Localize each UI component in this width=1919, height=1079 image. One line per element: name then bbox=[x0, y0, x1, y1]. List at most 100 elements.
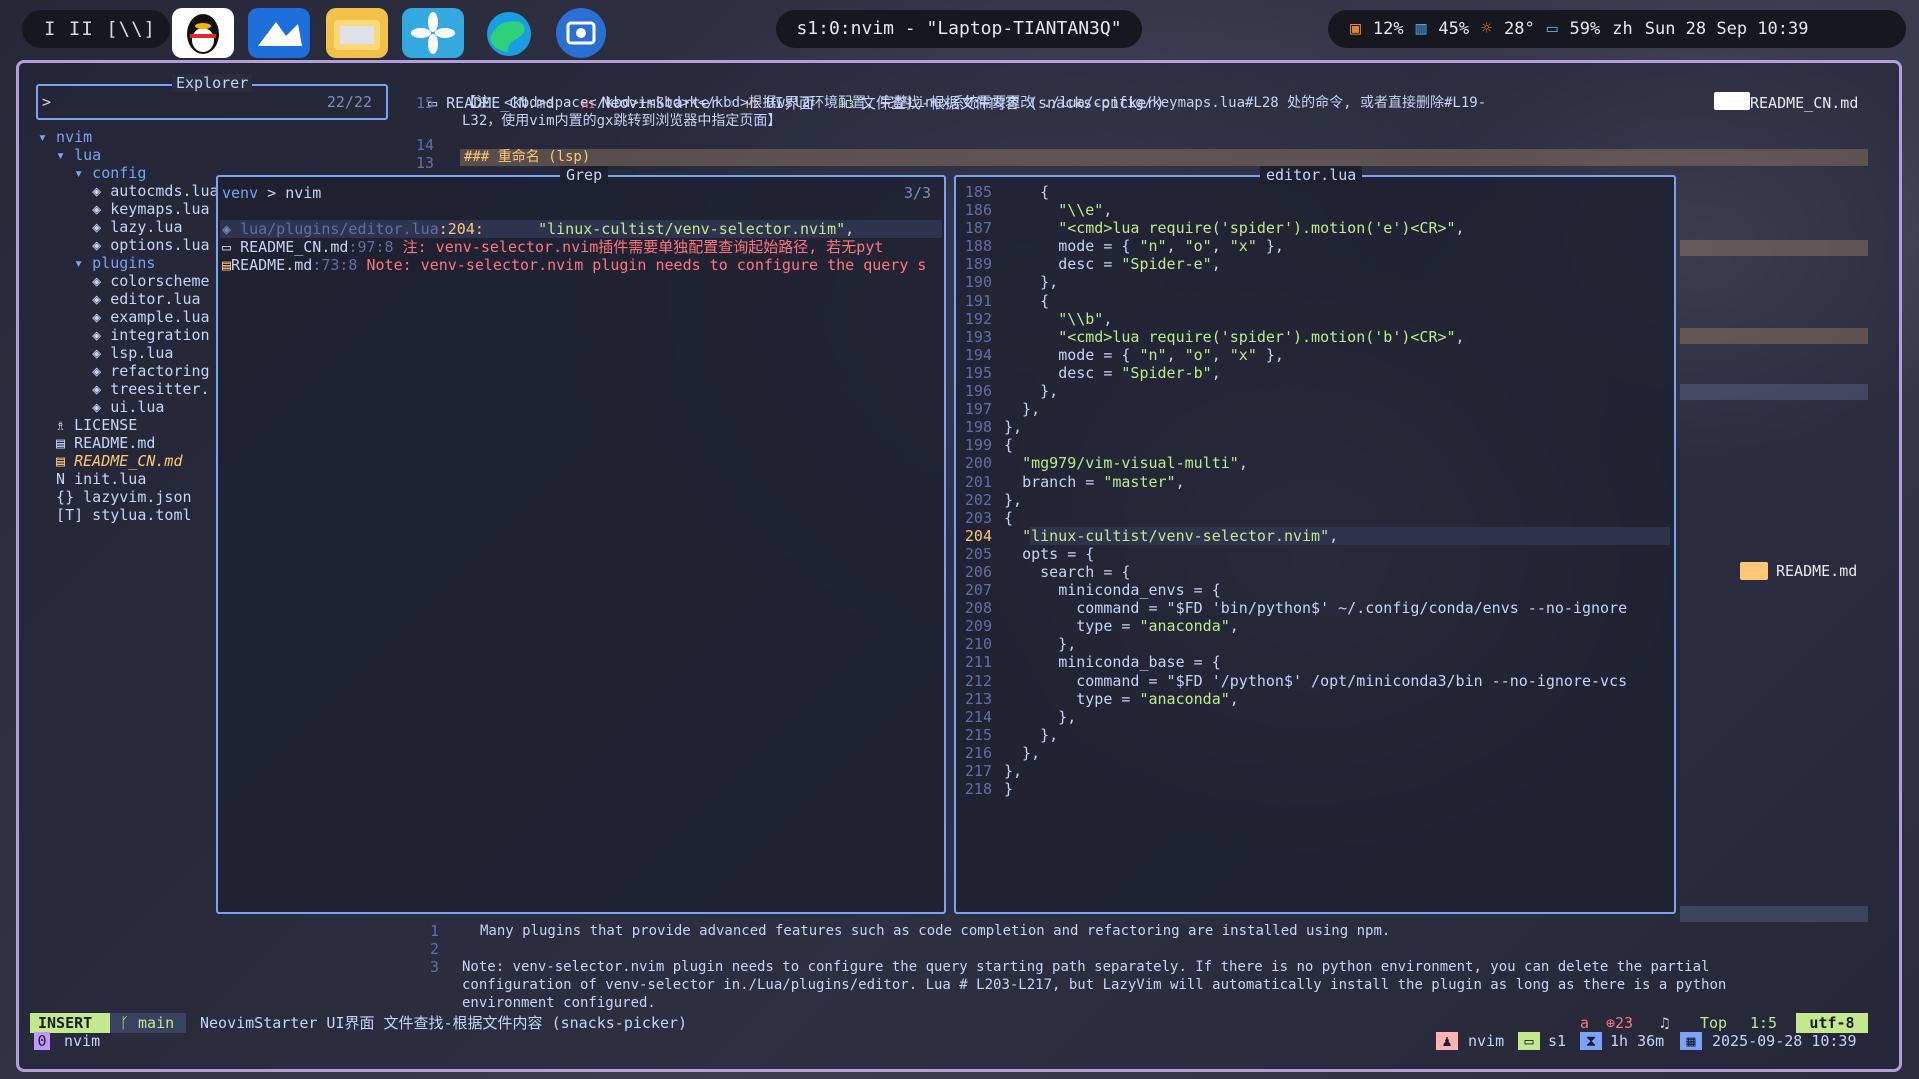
code-text: search = { bbox=[1040, 562, 1131, 581]
code-line: 202}, bbox=[958, 491, 1627, 509]
code-text: { bbox=[1004, 183, 1050, 201]
top-bar: I II [\\] s1:0:nvim - "Laptop-TIANTAN3Q"… bbox=[0, 0, 1919, 58]
code-line-number: 197 bbox=[964, 400, 992, 419]
code-line-number: 189 bbox=[964, 255, 992, 274]
tree-item[interactable]: ◈ editor.lua bbox=[38, 290, 219, 308]
code-line-number: 199 bbox=[964, 436, 992, 455]
code-line: 215 }, bbox=[958, 726, 1627, 744]
code-line: 205 opts = { bbox=[958, 545, 1627, 563]
tree-item[interactable]: N init.lua bbox=[38, 470, 219, 488]
tmux-window-index[interactable]: 0 bbox=[34, 1032, 50, 1050]
folder-icon[interactable] bbox=[326, 8, 388, 58]
grep-result[interactable]: ◈ lua/plugins/editor.lua:204: "linux-cul… bbox=[222, 220, 854, 238]
tree-item[interactable]: [T] stylua.toml bbox=[38, 506, 219, 524]
cpu-usage: 12% bbox=[1372, 19, 1404, 39]
tree-item[interactable]: ▾ lua bbox=[38, 146, 219, 164]
tree-item[interactable]: ♗ LICENSE bbox=[38, 416, 219, 434]
code-line: 207 miniconda_envs = { bbox=[958, 581, 1627, 599]
code-text: opts = { bbox=[1022, 544, 1095, 563]
branch-icon: ᚴ bbox=[120, 1014, 139, 1032]
explorer-count: 22/22 bbox=[326, 93, 372, 111]
code-line: 213 type = "anaconda", bbox=[958, 690, 1627, 708]
tree-item[interactable]: ◈ example.lua bbox=[38, 308, 219, 326]
edge-browser-icon[interactable] bbox=[478, 8, 540, 58]
tree-item[interactable]: ◈ options.lua bbox=[38, 236, 219, 254]
code-line: 195 desc = "Spider-b", bbox=[958, 364, 1627, 382]
code-line-number: 215 bbox=[964, 725, 992, 744]
tree-item[interactable]: ◈ lazy.lua bbox=[38, 218, 219, 236]
tree-item[interactable]: ◈ colorscheme bbox=[38, 272, 219, 290]
qq-icon[interactable] bbox=[172, 8, 234, 58]
code-line-number: 190 bbox=[964, 273, 992, 292]
code-text: }, bbox=[1004, 273, 1059, 292]
grep-query[interactable]: venv > nvim bbox=[222, 184, 321, 202]
code-line: 196 }, bbox=[958, 382, 1627, 400]
explorer-search-box[interactable]: Explorer > 22/22 bbox=[36, 74, 388, 120]
memory-usage: 45% bbox=[1438, 19, 1470, 39]
code-line-number: 207 bbox=[964, 581, 992, 600]
code-line-number: 208 bbox=[964, 599, 992, 618]
line-number: 3 bbox=[430, 958, 440, 976]
workspace-indicator[interactable]: I II [\\] bbox=[22, 10, 170, 48]
code-line: 194 mode = { "n", "o", "x" }, bbox=[958, 346, 1627, 364]
input-language[interactable]: zh bbox=[1612, 10, 1632, 48]
code-text: }, bbox=[1004, 743, 1041, 762]
code-text: type = "anaconda", bbox=[1076, 617, 1239, 636]
tree-item[interactable]: ▾ plugins bbox=[38, 254, 219, 272]
preview-title: editor.lua bbox=[1260, 166, 1363, 184]
tree-item[interactable]: ▤ README_CN.md bbox=[38, 452, 219, 470]
code-line-number: 216 bbox=[964, 743, 992, 762]
code-text: command = "$FD '/python$' /opt/miniconda… bbox=[1076, 671, 1628, 690]
lark-icon[interactable] bbox=[248, 8, 310, 58]
code-text: type = "anaconda", bbox=[1076, 689, 1239, 708]
grep-results-pane[interactable]: Grep bbox=[216, 166, 946, 914]
right-file-tag[interactable]: README.md bbox=[1776, 562, 1857, 580]
tree-item[interactable]: ◈ integration bbox=[38, 326, 219, 344]
code-line-number: 205 bbox=[964, 544, 992, 563]
code-line: 212 command = "$FD '/python$' /opt/minic… bbox=[958, 672, 1627, 690]
code-text: command = "$FD 'bin/python$' ~/.config/c… bbox=[1076, 599, 1628, 618]
doc-line: L32，使用vim内置的gx跳转到浏览器中指定页面】 bbox=[462, 113, 782, 129]
grep-result[interactable]: ▤README.md:73:8 Note: venv-selector.nvim… bbox=[222, 256, 926, 274]
session-icon: ♟ bbox=[1436, 1032, 1458, 1050]
tree-item[interactable]: ◈ autocmds.lua bbox=[38, 182, 218, 200]
doc-line: environment configured. bbox=[462, 995, 656, 1011]
code-line-number: 212 bbox=[964, 671, 992, 690]
code-line: 216 }, bbox=[958, 744, 1627, 762]
tree-item[interactable]: ▾ nvim bbox=[38, 128, 219, 146]
file-tree[interactable]: ▾ nvim ▾ lua ▾ config ◈ autocmds.lua ◈ k… bbox=[38, 128, 219, 524]
tree-item[interactable]: ▤ README.md bbox=[38, 434, 219, 452]
memory-icon: ▥ bbox=[1415, 18, 1427, 39]
calendar-icon: ▦ bbox=[1680, 1032, 1702, 1050]
tree-item[interactable]: ▾ config bbox=[38, 164, 219, 182]
grep-result[interactable]: ▭ README_CN.md:97:8 注: venv-selector.nvi… bbox=[222, 238, 883, 256]
code-line: 209 type = "anaconda", bbox=[958, 617, 1627, 635]
tree-item[interactable]: {} lazyvim.json bbox=[38, 488, 219, 506]
code-text: }, bbox=[1004, 400, 1041, 419]
breadcrumb: ▭ README_CN.md › H1 NeovimStarter › H2 U… bbox=[428, 94, 1165, 112]
tree-item[interactable]: ◈ refactoring bbox=[38, 362, 219, 380]
tmux-window-name[interactable]: nvim bbox=[64, 1032, 100, 1050]
cpu-icon: ▣ bbox=[1350, 18, 1361, 39]
right-file-tag[interactable]: README_CN.md bbox=[1750, 94, 1858, 112]
code-line: 204 "linux-cultist/venv-selector.nvim", bbox=[958, 527, 1627, 545]
pinwheel-icon[interactable] bbox=[402, 8, 464, 58]
tree-item[interactable]: ◈ ui.lua bbox=[38, 398, 219, 416]
code-text: miniconda_base = { bbox=[1058, 653, 1221, 672]
temperature: 28° bbox=[1503, 19, 1535, 39]
code-line-number: 187 bbox=[964, 219, 992, 238]
code-line: 214 }, bbox=[958, 708, 1627, 726]
clock: Sun 28 Sep 10:39 bbox=[1644, 19, 1809, 39]
code-line: 211 miniconda_base = { bbox=[958, 653, 1627, 671]
grep-title: Grep bbox=[560, 166, 609, 184]
code-text: }, bbox=[1004, 382, 1059, 401]
git-branch: ᚴ main bbox=[110, 1013, 186, 1033]
tree-item[interactable]: ◈ keymaps.lua bbox=[38, 200, 219, 218]
code-line: 193 "<cmd>lua require('spider').motion('… bbox=[958, 328, 1627, 346]
heading-highlight bbox=[1680, 328, 1868, 344]
code-line: 186 "\\e", bbox=[958, 201, 1627, 219]
tree-item[interactable]: ◈ lsp.lua bbox=[38, 344, 219, 362]
tree-item[interactable]: ◈ treesitter. bbox=[38, 380, 219, 398]
screenshot-tool-icon[interactable] bbox=[556, 8, 606, 58]
line-number: 1 bbox=[430, 922, 440, 940]
